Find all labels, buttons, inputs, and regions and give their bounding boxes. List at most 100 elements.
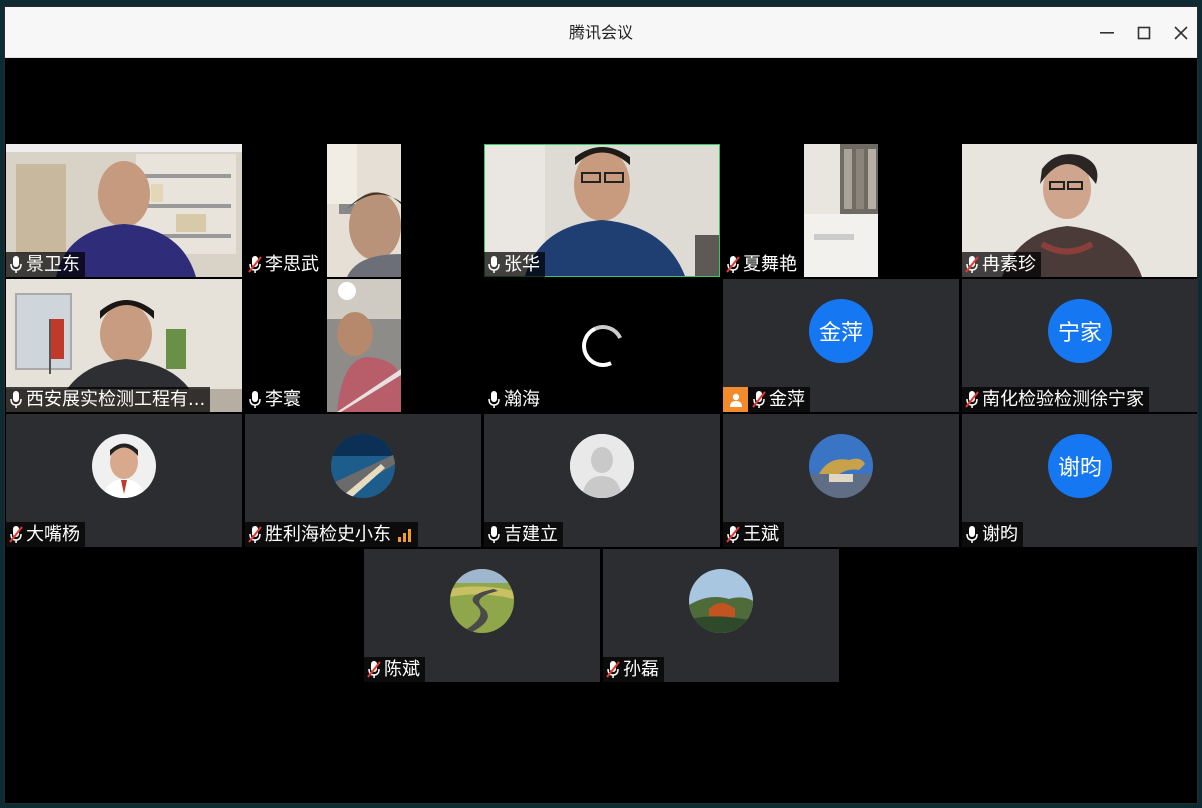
avatar (450, 569, 514, 633)
avatar-photo (331, 434, 395, 498)
default-avatar-icon (570, 434, 634, 498)
participant-name: 景卫东 (26, 254, 80, 275)
participant-tile[interactable]: 瀚海 (484, 279, 720, 412)
participant-name: 张华 (504, 254, 540, 275)
participant-tile[interactable]: 冉素珍 (962, 144, 1197, 277)
mic-on-icon (9, 390, 23, 409)
mic-muted-icon (965, 390, 979, 409)
participant-name: 西安展实检测工程有... (26, 389, 206, 410)
avatar-photo (450, 569, 514, 633)
minimize-icon (1100, 32, 1114, 34)
participant-name: 孙磊 (623, 659, 659, 680)
mic-muted-icon (248, 255, 262, 274)
mic-muted-icon (367, 660, 381, 679)
participant-name: 吉建立 (504, 524, 558, 545)
participant-tile[interactable]: 李思武 (245, 144, 481, 277)
avatar (92, 434, 156, 498)
mic-muted-icon (726, 525, 740, 544)
participant-name: 谢昀 (982, 524, 1018, 545)
participant-nameplate: 李寰 (245, 387, 306, 412)
participant-tile[interactable]: 胜利海检史小东 (245, 414, 481, 547)
participant-nameplate: 南化检验检测徐宁家 (962, 387, 1149, 412)
participant-tile[interactable]: 西安展实检测工程有... (6, 279, 242, 412)
participant-nameplate: 吉建立 (484, 522, 563, 547)
close-icon (1174, 26, 1188, 40)
avatar (689, 569, 753, 633)
participant-nameplate: 西安展实检测工程有... (6, 387, 211, 412)
participant-tile[interactable]: 陈斌 (364, 549, 600, 682)
mic-on-icon (248, 390, 262, 409)
participant-tile[interactable]: 王斌 (723, 414, 959, 547)
mic-on-icon (487, 255, 501, 274)
participant-tile[interactable]: 李寰 (245, 279, 481, 412)
participant-nameplate: 大嘴杨 (6, 522, 85, 547)
participant-nameplate: 李思武 (245, 252, 324, 277)
participant-nameplate: 金萍 (723, 387, 810, 412)
title-bar[interactable]: 腾讯会议 (5, 7, 1197, 58)
participant-tile-speaking[interactable]: 张华 (484, 144, 720, 277)
avatar-photo (92, 434, 156, 498)
avatar-photo (689, 569, 753, 633)
tencent-meeting-window: 腾讯会议 景卫东 李思武 张华 夏舞艳 冉素珍 西安展实检测工程有... 李寰 … (4, 6, 1198, 804)
participant-name: 南化检验检测徐宁家 (982, 389, 1144, 410)
mic-muted-icon (726, 255, 740, 274)
avatar-initials: 谢昀 (1057, 456, 1102, 481)
mic-on-icon (487, 390, 501, 409)
participant-nameplate: 谢昀 (962, 522, 1023, 547)
host-icon (723, 387, 748, 412)
participant-name: 李寰 (265, 389, 301, 410)
mic-on-icon (9, 255, 23, 274)
participant-video (327, 279, 401, 412)
participant-name: 陈斌 (384, 659, 420, 680)
mic-muted-icon (752, 390, 766, 409)
participant-name: 瀚海 (504, 389, 540, 410)
participant-tile[interactable]: 大嘴杨 (6, 414, 242, 547)
participant-tile[interactable]: 金萍 金萍 (723, 279, 959, 412)
mic-muted-icon (248, 525, 262, 544)
avatar (331, 434, 395, 498)
avatar (570, 434, 634, 498)
participant-name: 王斌 (743, 524, 779, 545)
participant-tile[interactable]: 景卫东 (6, 144, 242, 277)
participant-video (804, 144, 878, 277)
maximize-icon (1137, 26, 1151, 40)
avatar (809, 434, 873, 498)
minimize-button[interactable] (1094, 20, 1120, 46)
weak-signal-icon (397, 527, 413, 543)
participant-nameplate: 冉素珍 (962, 252, 1041, 277)
avatar-initials: 宁家 (1057, 321, 1102, 346)
participant-tile[interactable]: 孙磊 (603, 549, 839, 682)
participant-nameplate: 景卫东 (6, 252, 85, 277)
participant-tile[interactable]: 夏舞艳 (723, 144, 959, 277)
participant-tile[interactable]: 宁家 南化检验检测徐宁家 (962, 279, 1197, 412)
participant-name: 夏舞艳 (743, 254, 797, 275)
participant-nameplate: 瀚海 (484, 387, 545, 412)
participant-tile[interactable]: 谢昀 谢昀 (962, 414, 1197, 547)
mic-on-icon (965, 525, 979, 544)
avatar: 宁家 (1048, 299, 1112, 363)
participant-video (327, 144, 401, 277)
participant-nameplate: 孙磊 (603, 657, 664, 682)
window-title: 腾讯会议 (568, 23, 633, 42)
mic-muted-icon (606, 660, 620, 679)
avatar: 谢昀 (1048, 434, 1112, 498)
participant-nameplate: 夏舞艳 (723, 252, 802, 277)
participant-name: 大嘴杨 (26, 524, 80, 545)
participant-tile[interactable]: 吉建立 (484, 414, 720, 547)
participant-name: 冉素珍 (982, 254, 1036, 275)
avatar: 金萍 (809, 299, 873, 363)
participant-nameplate: 胜利海检史小东 (245, 522, 418, 547)
participant-name: 胜利海检史小东 (265, 524, 391, 545)
participant-name: 金萍 (769, 389, 805, 410)
mic-muted-icon (965, 255, 979, 274)
participant-nameplate: 王斌 (723, 522, 784, 547)
mic-on-icon (487, 525, 501, 544)
participant-nameplate: 陈斌 (364, 657, 425, 682)
maximize-button[interactable] (1131, 20, 1157, 46)
close-button[interactable] (1168, 20, 1194, 46)
avatar-initials: 金萍 (818, 321, 863, 346)
mic-muted-icon (9, 525, 23, 544)
participant-name: 李思武 (265, 254, 319, 275)
participant-nameplate: 张华 (484, 252, 545, 277)
avatar-photo (809, 434, 873, 498)
